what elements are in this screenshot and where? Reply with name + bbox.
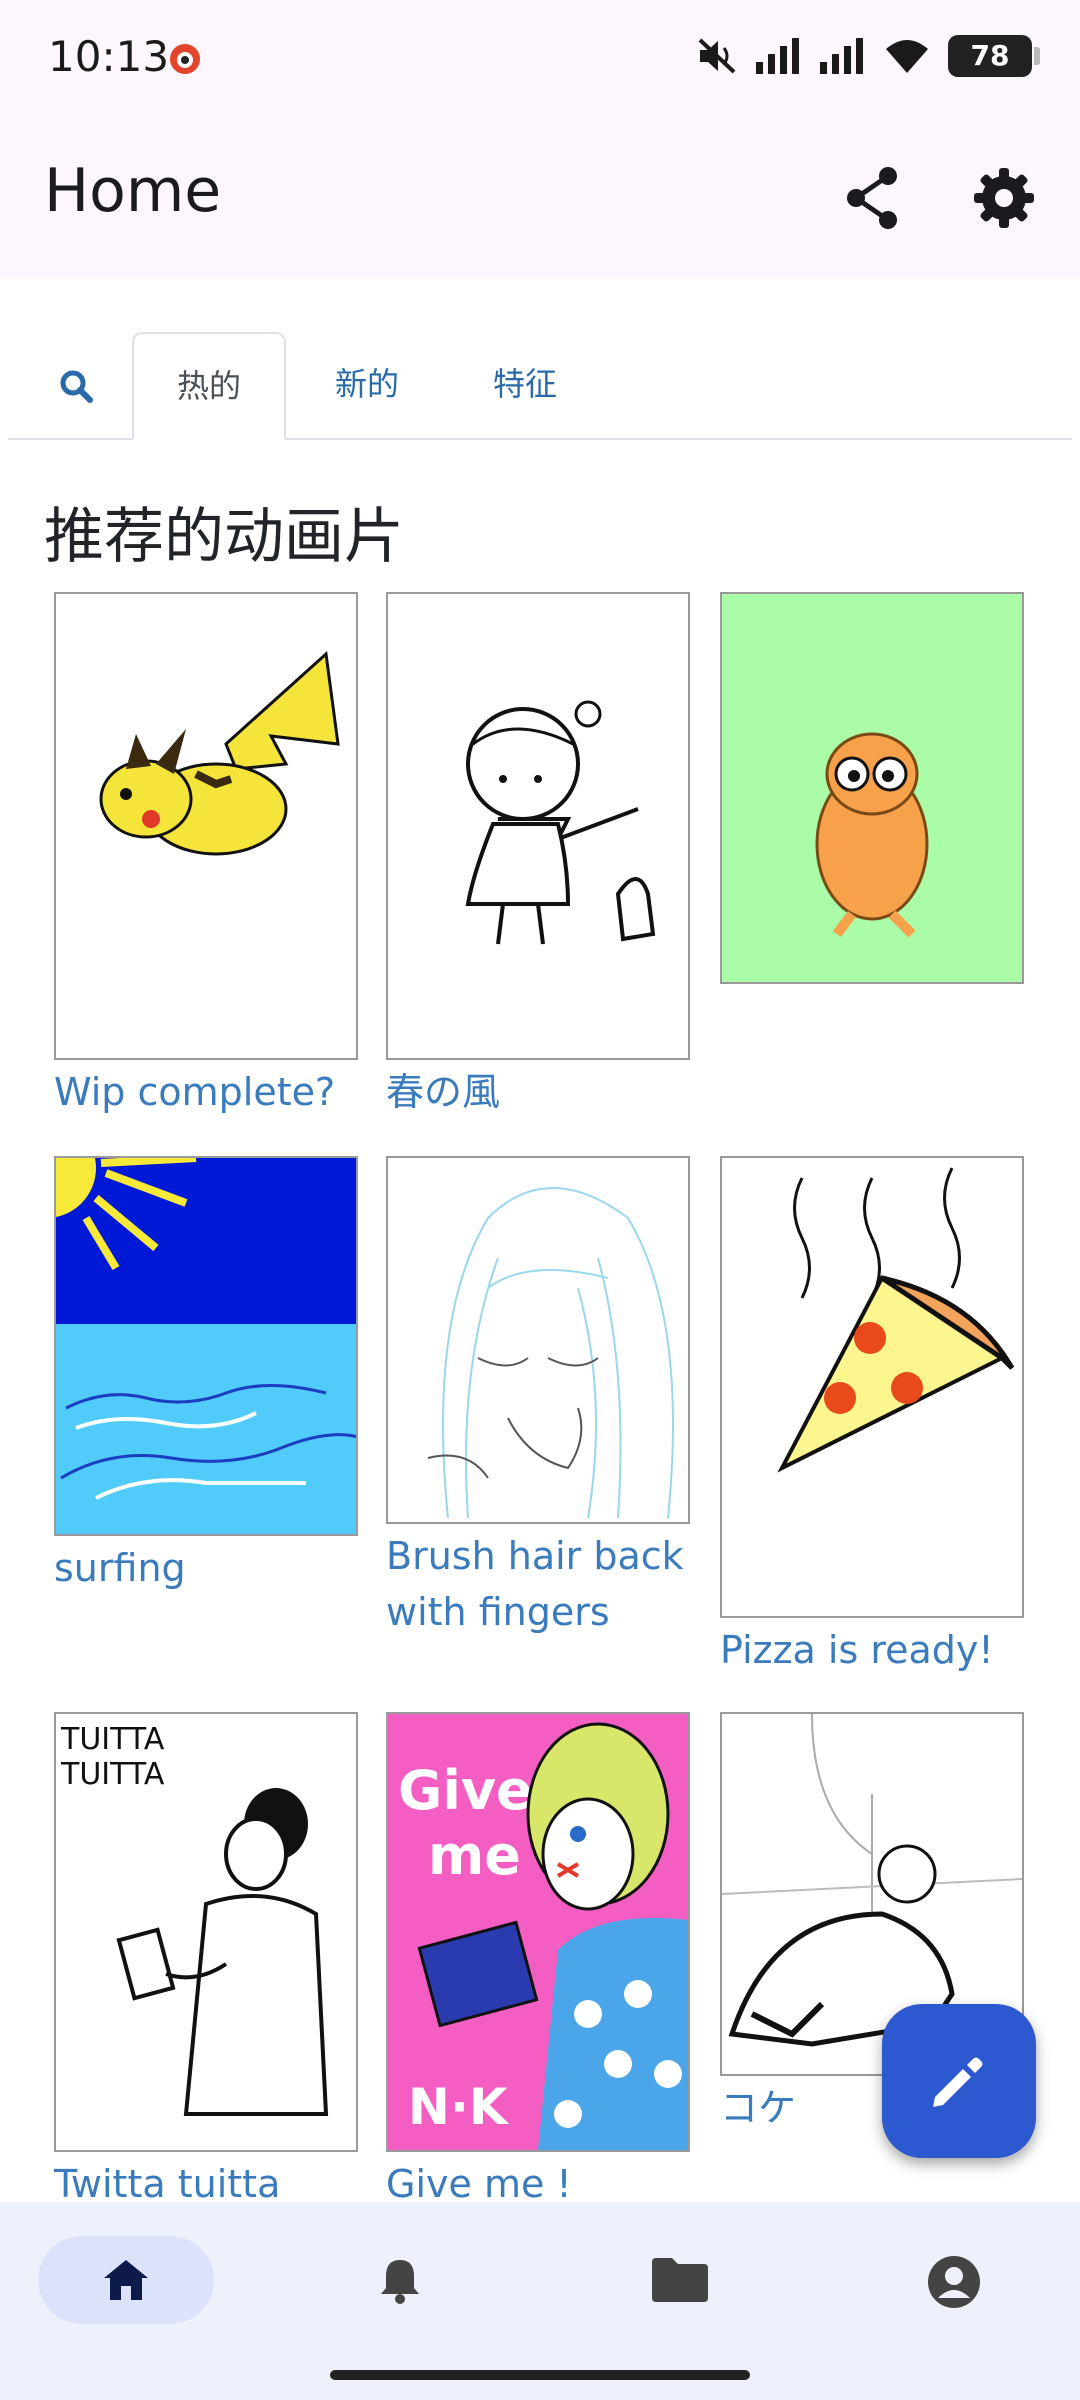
girl-scarf-drawing xyxy=(465,700,656,945)
surfing-drawing xyxy=(56,1158,356,1534)
share-button[interactable] xyxy=(836,162,908,234)
card-thumbnail[interactable] xyxy=(54,1156,358,1536)
status-icons: 78 xyxy=(696,34,1040,78)
nav-notifications[interactable] xyxy=(312,2236,488,2324)
orange-creature-drawing xyxy=(815,732,929,938)
art-text: TUITTA xyxy=(60,1722,165,1757)
mute-icon xyxy=(698,38,736,74)
tab-new[interactable]: 新的 xyxy=(292,332,442,436)
long-hair-girl-drawing xyxy=(427,1187,674,1519)
card-thumbnail[interactable]: TUITTA TUITTA xyxy=(54,1712,358,2152)
app-notification-icon xyxy=(170,44,200,74)
card-title[interactable]: Brush hair back with fingers xyxy=(386,1528,686,1640)
art-text: TUITTA xyxy=(60,1757,165,1792)
settings-button[interactable] xyxy=(968,162,1040,234)
animation-card[interactable]: Brush hair back with fingers xyxy=(386,1156,690,1640)
animation-card[interactable]: Give me N·K Give me ! xyxy=(386,1712,690,2212)
tab-featured[interactable]: 特征 xyxy=(450,332,600,436)
bell-icon xyxy=(381,2260,419,2304)
card-title[interactable]: Pizza is ready! xyxy=(720,1622,1020,1678)
nav-account[interactable] xyxy=(864,2236,1040,2324)
pizza-drawing xyxy=(777,1167,1015,1473)
pikachu-drawing xyxy=(99,650,340,856)
page-title: Home xyxy=(44,156,222,226)
settings-icon xyxy=(974,168,1034,228)
section-title: 推荐的动画片 xyxy=(44,502,404,572)
card-thumbnail[interactable] xyxy=(386,1156,690,1524)
animation-card[interactable]: Pizza is ready! xyxy=(720,1156,1024,1678)
card-thumbnail[interactable] xyxy=(720,1156,1024,1618)
search-icon xyxy=(60,370,93,403)
man-with-phone-drawing: TUITTA TUITTA xyxy=(60,1722,329,2116)
nav-home[interactable] xyxy=(38,2236,214,2324)
status-bar: 10:13 78 xyxy=(0,0,1080,120)
home-icon xyxy=(104,2260,148,2300)
tab-hot[interactable]: 热的 xyxy=(132,332,286,440)
card-title[interactable]: 春の風 xyxy=(386,1064,686,1120)
folder-icon xyxy=(652,2258,708,2302)
art-text: N·K xyxy=(408,2078,510,2136)
app-bar: Home xyxy=(0,120,1080,278)
edit-pencil-icon xyxy=(933,2057,983,2107)
animation-card[interactable]: TUITTA TUITTA Twitta tuitta xyxy=(54,1712,358,2212)
nav-files[interactable] xyxy=(588,2236,764,2324)
animation-card[interactable]: surfing xyxy=(54,1156,358,1596)
art-text: Give xyxy=(398,1759,533,1822)
wifi-icon xyxy=(886,40,928,73)
animation-card[interactable] xyxy=(720,592,1024,988)
share-icon xyxy=(847,167,897,229)
card-title[interactable]: surfing xyxy=(54,1540,354,1596)
animation-card[interactable]: Wip complete? xyxy=(54,592,358,1120)
create-animation-button[interactable] xyxy=(882,2004,1036,2158)
account-icon xyxy=(928,2256,980,2308)
card-thumbnail[interactable]: Give me N·K xyxy=(386,1712,690,2152)
gesture-bar xyxy=(330,2370,750,2380)
signal-icon xyxy=(820,38,863,74)
battery-level: 78 xyxy=(970,39,1010,72)
card-title[interactable]: Wip complete? xyxy=(54,1064,354,1120)
card-thumbnail[interactable] xyxy=(54,592,358,1060)
battery-icon: 78 xyxy=(948,35,1040,77)
tab-bar: 热的 新的 特征 xyxy=(8,332,1072,440)
art-text: me xyxy=(428,1824,521,1887)
tab-search[interactable] xyxy=(28,332,124,436)
give-me-drawing: Give me N·K xyxy=(398,1722,688,2150)
card-thumbnail[interactable] xyxy=(386,592,690,1060)
signal-icon xyxy=(756,38,799,74)
animation-card[interactable]: 春の風 xyxy=(386,592,690,1120)
card-thumbnail[interactable] xyxy=(720,592,1024,984)
status-time: 10:13 xyxy=(48,32,170,81)
